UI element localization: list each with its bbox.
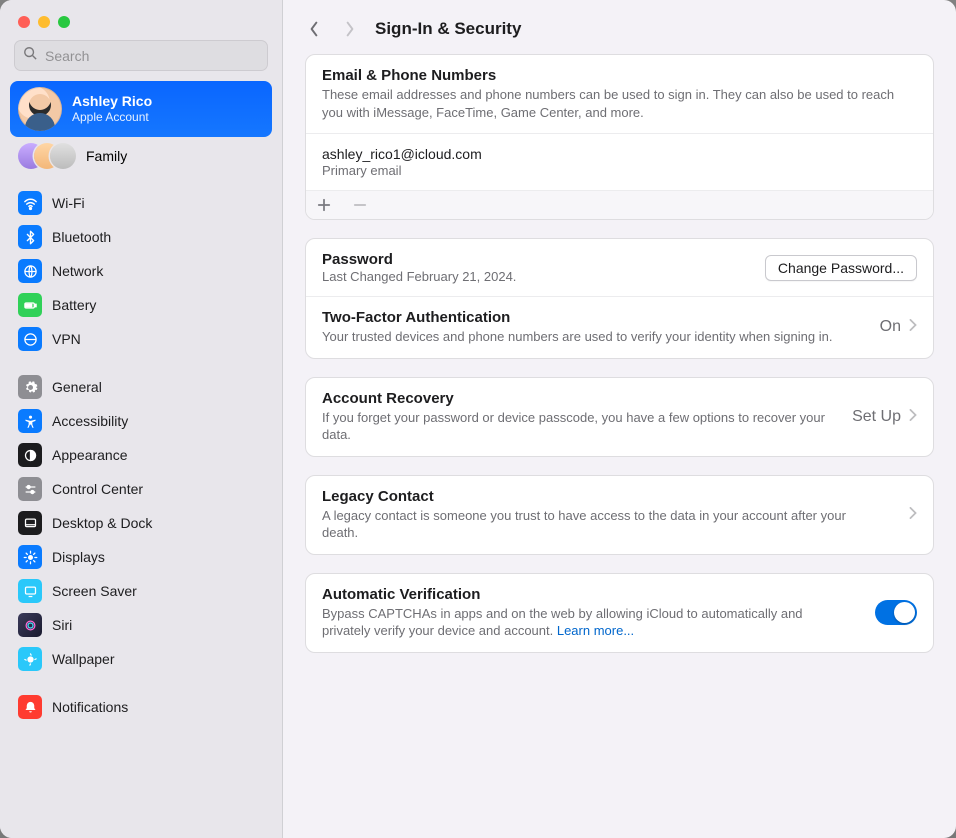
siri-icon: [18, 613, 42, 637]
auto-verify-toggle[interactable]: [875, 600, 917, 625]
search-field[interactable]: [14, 40, 268, 71]
sidebar-item-label: Desktop & Dock: [52, 515, 152, 531]
page-title: Sign-In & Security: [375, 19, 521, 39]
desktop-dock-icon: [18, 511, 42, 535]
content-pane: Sign-In & Security Email & Phone Numbers…: [283, 0, 956, 838]
appearance-icon: [18, 443, 42, 467]
sidebar-item-appearance[interactable]: Appearance: [10, 439, 272, 471]
learn-more-link[interactable]: Learn more...: [557, 623, 634, 638]
sidebar-item-vpn[interactable]: VPN: [10, 323, 272, 355]
sidebar-item-wifi[interactable]: Wi-Fi: [10, 187, 272, 219]
email-value: ashley_rico1@icloud.com: [322, 146, 917, 162]
sidebar-item-label: Control Center: [52, 481, 143, 497]
sidebar-user-account[interactable]: Ashley Rico Apple Account: [10, 81, 272, 137]
battery-icon: [18, 293, 42, 317]
sidebar-item-label: Battery: [52, 297, 96, 313]
sidebar-item-label: General: [52, 379, 102, 395]
section-title: Automatic Verification: [322, 586, 841, 603]
family-label: Family: [86, 148, 127, 164]
bluetooth-icon: [18, 225, 42, 249]
sidebar-item-siri[interactable]: Siri: [10, 609, 272, 641]
password-sub: Last Changed February 21, 2024.: [322, 269, 516, 284]
notifications-icon: [18, 695, 42, 719]
forward-button[interactable]: [339, 18, 361, 40]
section-title: Email & Phone Numbers: [322, 67, 917, 84]
screen-saver-icon: [18, 579, 42, 603]
add-button[interactable]: [306, 191, 342, 219]
settings-window: Ashley Rico Apple Account Family Wi-Fi: [0, 0, 956, 838]
sidebar-item-label: Displays: [52, 549, 105, 565]
section-title: Two-Factor Authentication: [322, 309, 856, 326]
email-list-item[interactable]: ashley_rico1@icloud.com Primary email: [306, 133, 933, 190]
avatar: [18, 87, 62, 131]
back-button[interactable]: [303, 18, 325, 40]
topbar: Sign-In & Security: [283, 0, 956, 54]
gear-icon: [18, 375, 42, 399]
sidebar-item-control-center[interactable]: Control Center: [10, 473, 272, 505]
legacy-contact-panel[interactable]: Legacy Contact A legacy contact is someo…: [305, 475, 934, 555]
password-2fa-panel: Password Last Changed February 21, 2024.…: [305, 238, 934, 359]
remove-button[interactable]: [342, 191, 378, 219]
section-title: Legacy Contact: [322, 488, 885, 505]
section-desc: If you forget your password or device pa…: [322, 409, 828, 444]
user-subtitle: Apple Account: [72, 110, 152, 124]
section-title: Account Recovery: [322, 390, 828, 407]
network-icon: [18, 259, 42, 283]
maximize-icon[interactable]: [58, 16, 70, 28]
vpn-icon: [18, 327, 42, 351]
control-center-icon: [18, 477, 42, 501]
sidebar-item-bluetooth[interactable]: Bluetooth: [10, 221, 272, 253]
window-controls: [0, 0, 282, 40]
account-recovery-panel[interactable]: Account Recovery If you forget your pass…: [305, 377, 934, 457]
sidebar-item-notifications[interactable]: Notifications: [10, 691, 272, 723]
minimize-icon[interactable]: [38, 16, 50, 28]
chevron-right-icon: [909, 408, 917, 426]
sidebar-item-label: Screen Saver: [52, 583, 137, 599]
sidebar-item-label: Siri: [52, 617, 72, 633]
sidebar-item-label: Wi-Fi: [52, 195, 85, 211]
sidebar-item-label: VPN: [52, 331, 81, 347]
section-desc: A legacy contact is someone you trust to…: [322, 507, 885, 542]
sidebar-item-accessibility[interactable]: Accessibility: [10, 405, 272, 437]
sidebar-family[interactable]: Family: [10, 137, 272, 175]
wallpaper-icon: [18, 647, 42, 671]
add-remove-bar: [306, 190, 933, 219]
family-avatars: [18, 143, 76, 169]
sidebar-item-label: Notifications: [52, 699, 128, 715]
sidebar-item-general[interactable]: General: [10, 371, 272, 403]
close-icon[interactable]: [18, 16, 30, 28]
sidebar-item-wallpaper[interactable]: Wallpaper: [10, 643, 272, 675]
sidebar-item-label: Appearance: [52, 447, 128, 463]
section-desc: These email addresses and phone numbers …: [322, 86, 917, 121]
sidebar: Ashley Rico Apple Account Family Wi-Fi: [0, 0, 283, 838]
wifi-icon: [18, 191, 42, 215]
change-password-button[interactable]: Change Password...: [765, 255, 917, 281]
auto-verify-panel: Automatic Verification Bypass CAPTCHAs i…: [305, 573, 934, 653]
user-name: Ashley Rico: [72, 93, 152, 110]
email-sub: Primary email: [322, 163, 917, 178]
search-icon: [23, 46, 37, 65]
sidebar-item-label: Accessibility: [52, 413, 128, 429]
section-title: Password: [322, 251, 516, 268]
section-desc: Your trusted devices and phone numbers a…: [322, 328, 856, 346]
two-factor-row[interactable]: Two-Factor Authentication Your trusted d…: [306, 296, 933, 358]
recovery-state: Set Up: [852, 408, 901, 426]
accessibility-icon: [18, 409, 42, 433]
displays-icon: [18, 545, 42, 569]
sidebar-item-network[interactable]: Network: [10, 255, 272, 287]
sidebar-item-battery[interactable]: Battery: [10, 289, 272, 321]
sidebar-item-displays[interactable]: Displays: [10, 541, 272, 573]
sidebar-item-label: Wallpaper: [52, 651, 115, 667]
sidebar-item-label: Network: [52, 263, 103, 279]
sidebar-item-label: Bluetooth: [52, 229, 111, 245]
search-input[interactable]: [43, 47, 259, 65]
section-desc: Bypass CAPTCHAs in apps and on the web b…: [322, 605, 841, 640]
two-factor-state: On: [880, 318, 901, 336]
email-phone-panel: Email & Phone Numbers These email addres…: [305, 54, 934, 220]
sidebar-item-screen-saver[interactable]: Screen Saver: [10, 575, 272, 607]
chevron-right-icon: [909, 506, 917, 524]
sidebar-item-desktop-dock[interactable]: Desktop & Dock: [10, 507, 272, 539]
chevron-right-icon: [909, 318, 917, 336]
